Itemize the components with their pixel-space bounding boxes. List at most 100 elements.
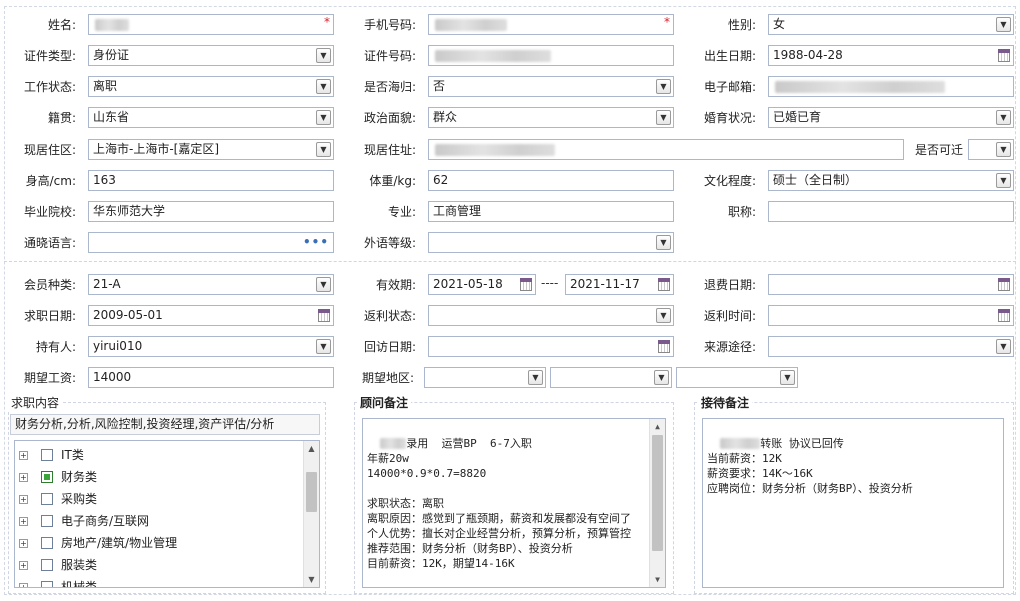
height-field[interactable]: 163 bbox=[88, 170, 334, 191]
chevron-down-icon[interactable]: ▼ bbox=[996, 142, 1011, 157]
name-field[interactable]: * bbox=[88, 14, 334, 35]
tree-item[interactable]: + 采购类 bbox=[19, 489, 299, 509]
redacted-phone bbox=[435, 19, 507, 31]
scrollbar-thumb[interactable] bbox=[306, 471, 317, 512]
marital-status-select[interactable]: 已婚已育 ▼ bbox=[768, 107, 1014, 128]
scroll-down-icon[interactable]: ▼ bbox=[304, 572, 319, 587]
chevron-down-icon[interactable]: ▼ bbox=[656, 235, 671, 250]
chevron-down-icon[interactable]: ▼ bbox=[316, 48, 331, 63]
tree-item[interactable]: + 服装类 bbox=[19, 555, 299, 575]
residence-address-field[interactable] bbox=[428, 139, 904, 160]
chevron-down-icon[interactable]: ▼ bbox=[656, 110, 671, 125]
checkbox[interactable] bbox=[41, 537, 53, 549]
phone-field[interactable]: * bbox=[428, 14, 674, 35]
chevron-down-icon[interactable]: ▼ bbox=[780, 370, 795, 385]
tree-item[interactable]: + 财务类 bbox=[19, 467, 299, 487]
tree-item-label: 机械类 bbox=[61, 580, 98, 588]
consultant-notes-textarea[interactable]: 录用 运营BP 6-7入职 年薪20w 14000*0.9*0.7=8820 求… bbox=[362, 418, 666, 588]
tree-item[interactable]: + 机械类 bbox=[19, 577, 299, 588]
residence-area-select[interactable]: 上海市-上海市-[嘉定区] ▼ bbox=[88, 139, 334, 160]
title-field[interactable] bbox=[768, 201, 1014, 222]
id-number-field[interactable] bbox=[428, 45, 674, 66]
expand-icon[interactable]: + bbox=[19, 583, 28, 587]
expand-icon[interactable]: + bbox=[19, 495, 28, 504]
followup-date-field[interactable] bbox=[428, 336, 674, 357]
more-options-icon[interactable]: ••• bbox=[303, 233, 329, 252]
tree-item[interactable]: + IT类 bbox=[19, 445, 299, 465]
email-field[interactable] bbox=[768, 76, 1014, 97]
id-type-select[interactable]: 身份证 ▼ bbox=[88, 45, 334, 66]
chevron-down-icon[interactable]: ▼ bbox=[316, 339, 331, 354]
job-search-date-field[interactable]: 2009-05-01 bbox=[88, 305, 334, 326]
chevron-down-icon[interactable]: ▼ bbox=[996, 17, 1011, 32]
birth-date-field[interactable]: 1988-04-28 bbox=[768, 45, 1014, 66]
expected-region-district-select[interactable]: ▼ bbox=[676, 367, 798, 388]
expand-icon[interactable]: + bbox=[19, 451, 28, 460]
checkbox[interactable] bbox=[41, 449, 53, 461]
expected-region-province-select[interactable]: ▼ bbox=[424, 367, 546, 388]
expected-region-label: 期望地区: bbox=[361, 371, 414, 385]
weight-field[interactable]: 62 bbox=[428, 170, 674, 191]
chevron-down-icon[interactable]: ▼ bbox=[654, 370, 669, 385]
job-category-tree[interactable]: + IT类 + 财务类 + 采购类 + 电子商务/互联网 + 房地产/建筑/物业管理 + 服装类 + 机械… bbox=[14, 440, 320, 588]
education-select[interactable]: 硕士（全日制） ▼ bbox=[768, 170, 1014, 191]
calendar-icon[interactable] bbox=[998, 309, 1010, 322]
gender-select[interactable]: 女 ▼ bbox=[768, 14, 1014, 35]
scrollbar-thumb[interactable] bbox=[652, 435, 663, 551]
chevron-down-icon[interactable]: ▼ bbox=[656, 79, 671, 94]
foreign-level-select[interactable]: ▼ bbox=[428, 232, 674, 253]
checkbox[interactable] bbox=[41, 581, 53, 587]
expand-icon[interactable]: + bbox=[19, 473, 28, 482]
reception-notes-textarea[interactable]: 转账 协议已回传 当前薪资：12K 薪资要求：14K～16K 应聘岗位：财务分析… bbox=[702, 418, 1004, 588]
chevron-down-icon[interactable]: ▼ bbox=[528, 370, 543, 385]
calendar-icon[interactable] bbox=[658, 340, 670, 353]
checkbox[interactable] bbox=[41, 515, 53, 527]
rebate-status-select[interactable]: ▼ bbox=[428, 305, 674, 326]
school-field[interactable]: 华东师范大学 bbox=[88, 201, 334, 222]
calendar-icon[interactable] bbox=[998, 278, 1010, 291]
chevron-down-icon[interactable]: ▼ bbox=[656, 308, 671, 323]
checkbox[interactable] bbox=[41, 559, 53, 571]
political-status-select[interactable]: 群众 ▼ bbox=[428, 107, 674, 128]
tree-item[interactable]: + 电子商务/互联网 bbox=[19, 511, 299, 531]
can-relocate-select[interactable]: ▼ bbox=[968, 139, 1014, 160]
refund-date-field[interactable] bbox=[768, 274, 1014, 295]
calendar-icon[interactable] bbox=[318, 309, 330, 322]
native-place-select[interactable]: 山东省 ▼ bbox=[88, 107, 334, 128]
validity-start-field[interactable]: 2021-05-18 bbox=[428, 274, 536, 295]
checkbox[interactable] bbox=[41, 471, 53, 483]
chevron-down-icon[interactable]: ▼ bbox=[316, 79, 331, 94]
overseas-returnee-select[interactable]: 否 ▼ bbox=[428, 76, 674, 97]
source-channel-select[interactable]: ▼ bbox=[768, 336, 1014, 357]
chevron-down-icon[interactable]: ▼ bbox=[316, 110, 331, 125]
expand-icon[interactable]: + bbox=[19, 517, 28, 526]
expand-icon[interactable]: + bbox=[19, 561, 28, 570]
calendar-icon[interactable] bbox=[520, 278, 532, 291]
tree-scrollbar[interactable]: ▲ ▼ bbox=[303, 441, 319, 587]
chevron-down-icon[interactable]: ▼ bbox=[996, 110, 1011, 125]
scroll-down-icon[interactable]: ▼ bbox=[650, 572, 665, 587]
validity-end-field[interactable]: 2021-11-17 bbox=[565, 274, 674, 295]
political-status-label: 政治面貌: bbox=[363, 111, 416, 125]
calendar-icon[interactable] bbox=[998, 49, 1010, 62]
rebate-time-field[interactable] bbox=[768, 305, 1014, 326]
languages-field[interactable]: ••• bbox=[88, 232, 334, 253]
calendar-icon[interactable] bbox=[658, 278, 670, 291]
chevron-down-icon[interactable]: ▼ bbox=[996, 173, 1011, 188]
scroll-up-icon[interactable]: ▲ bbox=[650, 419, 665, 434]
expected-salary-field[interactable]: 14000 bbox=[88, 367, 334, 388]
expected-region-city-select[interactable]: ▼ bbox=[550, 367, 672, 388]
checkbox[interactable] bbox=[41, 493, 53, 505]
member-type-select[interactable]: 21-A ▼ bbox=[88, 274, 334, 295]
notes-scrollbar[interactable]: ▲ ▼ bbox=[649, 419, 665, 587]
major-field[interactable]: 工商管理 bbox=[428, 201, 674, 222]
scroll-up-icon[interactable]: ▲ bbox=[304, 441, 319, 456]
expand-icon[interactable]: + bbox=[19, 539, 28, 548]
birth-date-value: 1988-04-28 bbox=[773, 48, 843, 62]
holder-select[interactable]: yirui010 ▼ bbox=[88, 336, 334, 357]
tree-item[interactable]: + 房地产/建筑/物业管理 bbox=[19, 533, 299, 553]
chevron-down-icon[interactable]: ▼ bbox=[316, 277, 331, 292]
chevron-down-icon[interactable]: ▼ bbox=[316, 142, 331, 157]
work-status-select[interactable]: 离职 ▼ bbox=[88, 76, 334, 97]
chevron-down-icon[interactable]: ▼ bbox=[996, 339, 1011, 354]
